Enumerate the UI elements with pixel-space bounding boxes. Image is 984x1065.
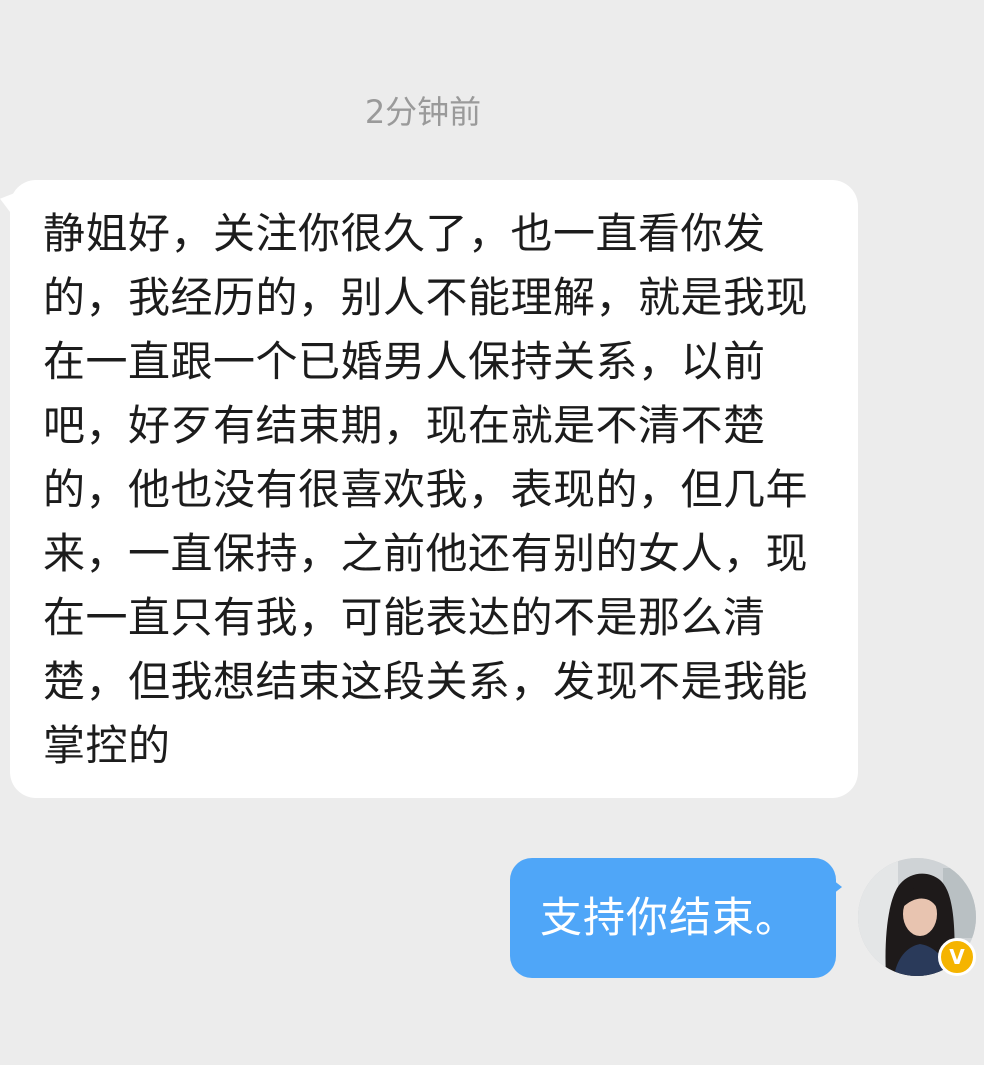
- incoming-message-bubble[interactable]: 静姐好，关注你很久了，也一直看你发的，我经历的，别人不能理解，就是我现在一直跟一…: [10, 180, 858, 798]
- message-timestamp: 2分钟前: [364, 93, 482, 131]
- outgoing-bubble-tail: [828, 876, 842, 898]
- outgoing-message-bubble[interactable]: 支持你结束。: [510, 858, 836, 978]
- outgoing-message-text: 支持你结束。: [540, 893, 799, 942]
- verified-badge-icon: V: [938, 938, 976, 976]
- incoming-message-text: 静姐好，关注你很久了，也一直看你发的，我经历的，别人不能理解，就是我现在一直跟一…: [43, 209, 809, 770]
